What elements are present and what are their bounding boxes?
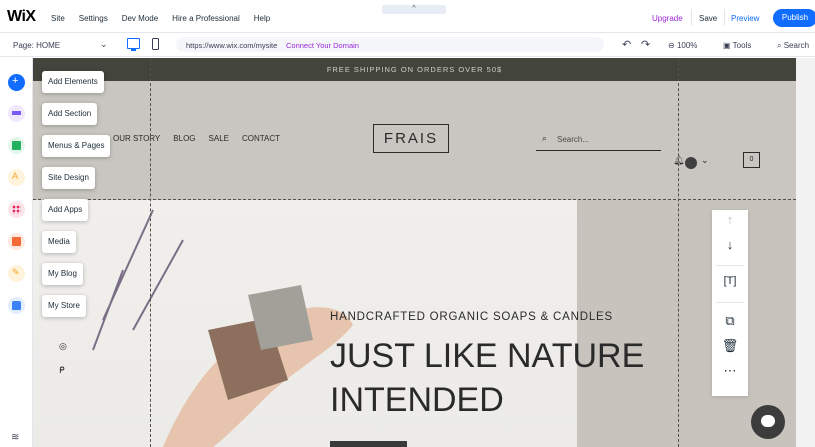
chevron-down-icon[interactable]: ⌄: [701, 155, 709, 166]
search-label: Search: [783, 41, 810, 50]
chevron-down-icon[interactable]: ⌄: [100, 39, 108, 50]
site-nav: OUR STORY BLOG SALE CONTACT: [113, 134, 280, 143]
cart-count: 0: [749, 156, 754, 163]
menu-settings[interactable]: Settings: [79, 14, 108, 23]
editor-subbar: Page: HOME ⌄ https://www.wix.com/mysite …: [0, 33, 815, 57]
menu-help[interactable]: Help: [254, 14, 270, 23]
delete-icon[interactable]: 🗑︎: [712, 338, 748, 354]
top-bar: WiX Site Settings Dev Mode Hire a Profes…: [0, 0, 815, 33]
upgrade-link[interactable]: Upgrade: [652, 14, 683, 23]
menus-pages-button[interactable]: Menus & Pages: [42, 135, 111, 157]
hero-title-line2[interactable]: INTENDED: [330, 381, 504, 420]
tools-label: Tools: [732, 41, 752, 50]
pages-icon[interactable]: [8, 137, 25, 154]
guide-line: [33, 199, 796, 200]
more-actions-icon[interactable]: ⋯: [712, 363, 748, 379]
section-quick-toolbar: ↑ ↓ [T] ⧉ 🗑︎ ⋯: [712, 210, 748, 396]
add-section-button[interactable]: Add Section: [42, 103, 98, 125]
my-store-button[interactable]: My Store: [42, 295, 87, 317]
menu-hire-professional[interactable]: Hire a Professional: [172, 14, 240, 23]
connect-domain-link[interactable]: Connect Your Domain: [286, 41, 359, 50]
layers-icon[interactable]: ≋: [11, 432, 19, 443]
divider: [724, 9, 725, 26]
move-down-icon[interactable]: ↓: [712, 237, 748, 252]
site-logo[interactable]: FRAIS: [373, 124, 449, 153]
desktop-view-icon[interactable]: [127, 38, 140, 51]
menu-dev-mode[interactable]: Dev Mode: [122, 14, 158, 23]
nav-our-story[interactable]: OUR STORY: [113, 134, 160, 143]
collapse-toolbar-handle[interactable]: ^: [382, 5, 446, 14]
add-elements-button[interactable]: Add Elements: [42, 71, 104, 93]
hero-section[interactable]: HANDCRAFTED ORGANIC SOAPS & CANDLES JUST…: [33, 200, 796, 447]
wix-logo[interactable]: WiX: [7, 8, 36, 26]
apps-icon[interactable]: [8, 201, 25, 218]
nav-contact[interactable]: CONTACT: [242, 134, 280, 143]
left-sidebar: + A ✎ ≋: [0, 58, 33, 447]
my-blog-button[interactable]: My Blog: [42, 263, 83, 285]
divider: [716, 265, 744, 266]
site-design-button[interactable]: Site Design: [42, 167, 95, 189]
hero-title-line1[interactable]: JUST LIKE NATURE: [330, 337, 644, 376]
guide-line: [150, 58, 151, 447]
blog-icon[interactable]: ✎: [8, 265, 25, 282]
store-icon[interactable]: [8, 297, 25, 314]
redo-icon[interactable]: ↷: [641, 38, 650, 51]
cart-icon[interactable]: 0: [743, 152, 760, 168]
design-icon[interactable]: A: [8, 169, 25, 186]
undo-icon[interactable]: ↶: [622, 38, 631, 51]
add-apps-button[interactable]: Add Apps: [42, 199, 89, 221]
move-up-icon[interactable]: ↑: [712, 212, 748, 227]
divider: [691, 9, 692, 26]
url-bar: https://www.wix.com/mysite Connect Your …: [176, 37, 604, 52]
search-icon: ⌕: [542, 133, 548, 143]
hero-subtitle[interactable]: HANDCRAFTED ORGANIC SOAPS & CANDLES: [330, 311, 613, 323]
search-placeholder: Search...: [557, 135, 590, 144]
site-search-input[interactable]: ⌕ Search...: [536, 130, 661, 151]
canvas-right-gutter: [796, 58, 815, 447]
tools-button[interactable]: ▣ Tools: [723, 41, 751, 50]
media-icon[interactable]: [8, 233, 25, 250]
instagram-icon[interactable]: ◎: [59, 341, 67, 352]
plus-icon[interactable]: +: [8, 74, 25, 91]
page-selector[interactable]: Page: HOME: [13, 41, 60, 50]
site-header[interactable]: OUR STORY BLOG SALE CONTACT FRAIS ⌕ Sear…: [33, 81, 796, 200]
publish-button[interactable]: Publish: [773, 9, 815, 27]
duplicate-icon[interactable]: ⧉: [712, 313, 748, 329]
preview-button[interactable]: Preview: [731, 14, 759, 23]
divider: [716, 302, 744, 303]
save-button[interactable]: Save: [699, 14, 717, 23]
top-menu: Site Settings Dev Mode Hire a Profession…: [51, 14, 284, 23]
nav-sale[interactable]: SALE: [209, 134, 229, 143]
zoom-control[interactable]: ⊖ 100%: [668, 41, 697, 50]
menu-site[interactable]: Site: [51, 14, 65, 23]
editor-canvas[interactable]: FREE SHIPPING ON ORDERS OVER 50$ OUR STO…: [33, 58, 796, 447]
avatar[interactable]: [685, 157, 697, 169]
pinterest-icon[interactable]: ᑭ: [59, 365, 65, 376]
nav-blog[interactable]: BLOG: [173, 134, 195, 143]
mobile-view-icon[interactable]: [152, 38, 159, 50]
chat-icon[interactable]: [751, 405, 785, 439]
hero-cta-button[interactable]: [330, 441, 407, 447]
media-button[interactable]: Media: [42, 231, 76, 253]
zoom-value: 100%: [676, 41, 698, 50]
text-edit-icon[interactable]: [T]: [712, 275, 748, 287]
section-icon[interactable]: [8, 105, 25, 122]
site-url: https://www.wix.com/mysite: [186, 41, 278, 50]
announcement-bar[interactable]: FREE SHIPPING ON ORDERS OVER 50$: [33, 58, 796, 81]
guide-line: [678, 58, 679, 447]
search-button[interactable]: ⌕ Search: [777, 41, 809, 51]
